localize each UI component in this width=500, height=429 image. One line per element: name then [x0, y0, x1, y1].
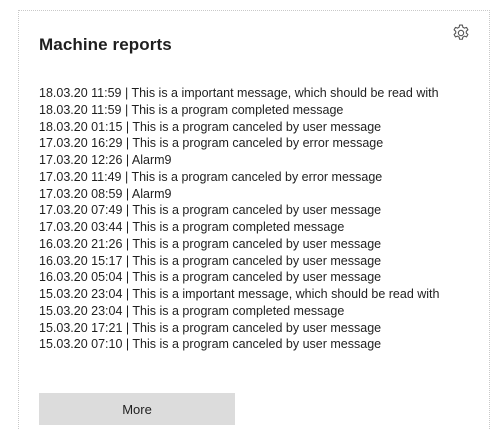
report-item: 16.03.20 15:17 | This is a program cance… [39, 253, 382, 268]
report-item: 15.03.20 17:21 | This is a program cance… [39, 320, 382, 335]
more-button[interactable]: More [39, 393, 235, 425]
report-item: 17.03.20 12:26 | Alarm9 [39, 153, 172, 167]
report-item: 18.03.20 11:59 | This is a program compl… [39, 102, 344, 117]
gear-icon [451, 23, 471, 43]
report-item: 18.03.20 11:59 | This is a important mes… [39, 86, 439, 100]
machine-reports-card: Machine reports 18.03.20 11:59 | This is… [18, 10, 490, 429]
report-item: 15.03.20 23:04 | This is a important mes… [39, 287, 440, 301]
report-list: 18.03.20 11:59 | This is a important mes… [39, 85, 479, 353]
report-item: 17.03.20 08:59 | Alarm9 [39, 186, 172, 201]
report-item: 17.03.20 03:44 | This is a program compl… [39, 220, 345, 234]
settings-button[interactable] [449, 21, 473, 45]
report-item: 17.03.20 07:49 | This is a program cance… [39, 203, 382, 218]
widget-title: Machine reports [39, 35, 172, 54]
report-item: 15.03.20 07:10 | This is a program cance… [39, 337, 382, 352]
report-item: 17.03.20 16:29 | This is a program cance… [39, 136, 384, 151]
report-item: 17.03.20 11:49 | This is a program cance… [39, 169, 383, 184]
report-item: 16.03.20 21:26 | This is a program cance… [39, 236, 382, 251]
report-item: 15.03.20 23:04 | This is a program compl… [39, 303, 345, 318]
report-item: 18.03.20 01:15 | This is a program cance… [39, 119, 382, 134]
report-item: 16.03.20 05:04 | This is a program cance… [39, 270, 382, 285]
